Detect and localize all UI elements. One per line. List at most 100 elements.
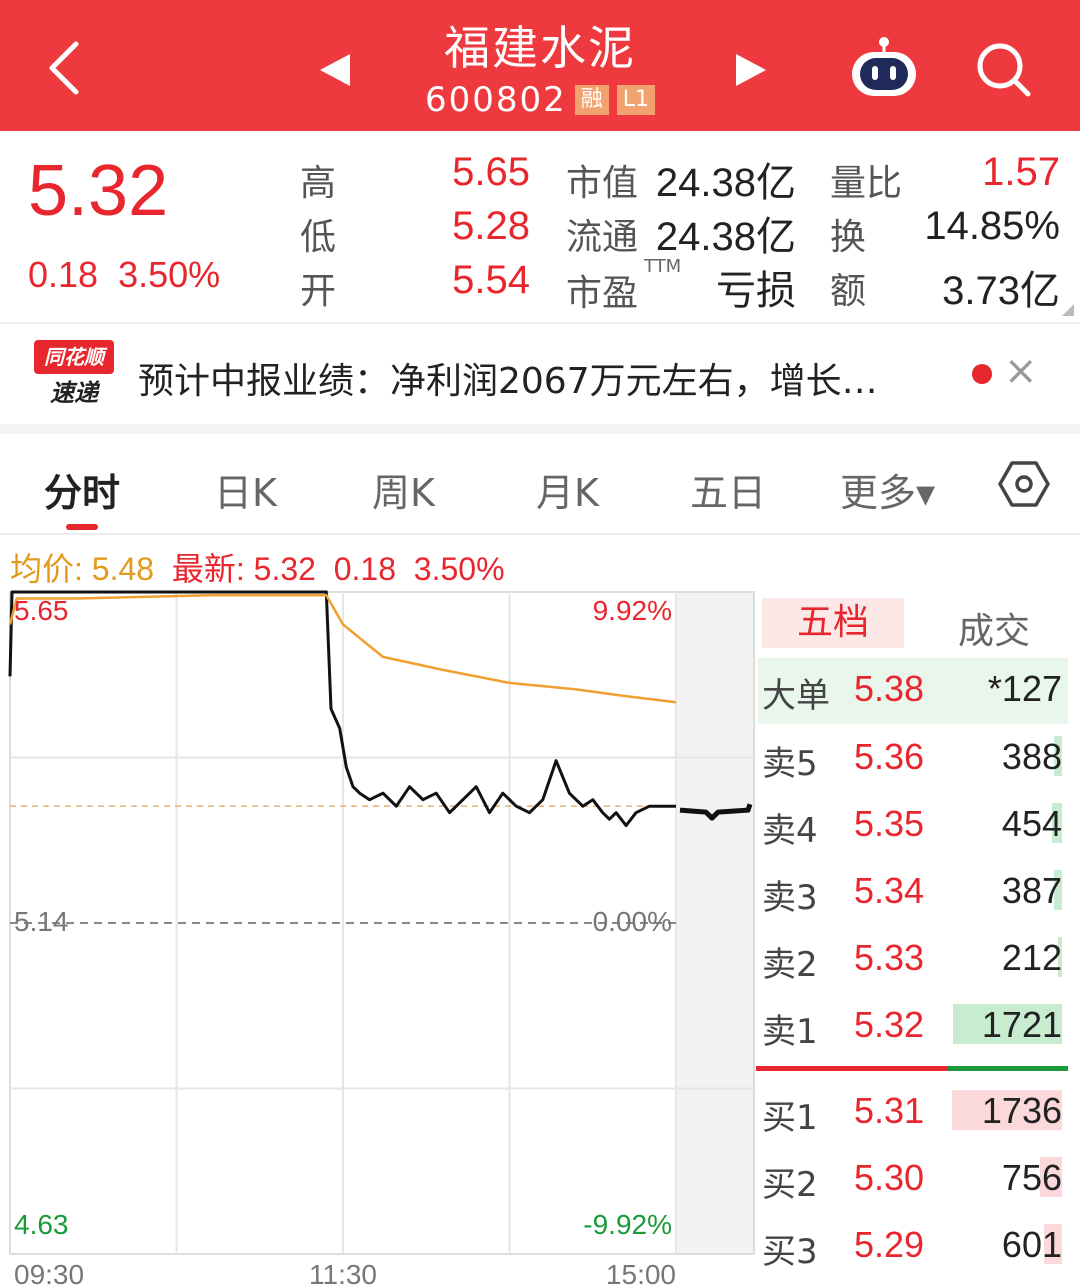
info-change: 0.18 [333,551,396,587]
ask-row[interactable]: 卖5 5.36 388 [762,726,1062,792]
intraday-chart[interactable]: 5.65 5.14 4.63 9.92% 0.00% -9.92% 09:30 11:30 15… [0,586,756,1287]
divider [0,322,1080,324]
tab-intraday[interactable]: 分时 [44,462,120,517]
low-value: 5.28 [452,204,530,248]
level-tag: L1 [616,85,656,115]
level-label: 卖5 [762,744,818,784]
level-label: 卖1 [762,1012,818,1052]
level-price: 5.31 [854,1090,925,1131]
level-label: 卖2 [762,945,818,985]
news-logo: 同花顺 速递 [34,340,114,410]
pe-label: 市盈 [566,273,639,314]
y-right-tick-low: -9.92% [583,1209,672,1240]
price-change: 0.18 3.50% [28,254,220,296]
volume-ratio-value: 1.57 [982,150,1060,194]
news-headline[interactable]: 预计中报业绩：净利润2067万元左右，增长… [138,352,938,404]
avg-price: 均价: 5.48 [10,551,155,587]
news-logo-brand: 同花顺 [34,340,114,374]
current-price: 5.32 [28,151,169,231]
level-price: 5.32 [854,1004,925,1045]
tab-weekly-k[interactable]: 周K [372,462,435,517]
latest-price: 最新: 5.32 [171,551,316,587]
level-label: 卖4 [762,811,818,851]
amount-label: 额 [830,271,867,312]
y-tick-mid: 5.14 [14,906,69,937]
book-divider-red [756,1066,948,1071]
x-tick-close: 15:00 [606,1259,676,1287]
ask-row[interactable]: 卖2 5.33 212 [762,927,1062,993]
level-label: 买3 [762,1232,818,1272]
bid-row[interactable]: 买2 5.30 756 [762,1147,1062,1213]
tab-trades[interactable]: 成交 [958,602,1030,654]
next-stock-icon[interactable] [734,52,768,88]
ttm-superscript: TTM [644,256,682,277]
tab-five-levels[interactable]: 五档 [762,598,904,648]
y-right-tick-mid: 0.00% [593,906,672,937]
level-volume: 1736 [981,1090,1062,1131]
x-tick-noon: 11:30 [309,1259,377,1287]
change-percent: 3.50% [118,254,221,295]
book-divider-green [948,1066,1068,1071]
big-order-vol: *127 [987,668,1062,709]
tab-daily-k[interactable]: 日K [214,462,277,517]
margin-tag: 融 [574,85,609,115]
change-amount: 0.18 [28,254,99,295]
robot-assistant-icon[interactable] [848,34,920,100]
high-label: 高 [300,163,337,204]
level-volume: 454 [1001,803,1062,844]
market-cap-value: 24.38亿 [655,161,796,205]
divider [0,533,1080,535]
stock-code: 600802 [424,80,567,120]
big-order-label: 大单 [762,676,830,716]
info-change-pct: 3.50% [413,551,505,587]
bid-row[interactable]: 买3 5.29 601 [762,1214,1062,1280]
level-volume: 601 [1001,1224,1062,1265]
after-hours-panel [676,592,754,1254]
big-order-row[interactable]: 大单 5.38 *127 [762,658,1062,724]
amount-value: 3.73亿 [942,269,1060,313]
level-volume: 212 [1001,937,1062,978]
open-value: 5.54 [452,258,530,302]
close-icon[interactable]: × [1004,348,1038,394]
turnover-label: 换 [830,217,867,258]
tab-five-day[interactable]: 五日 [690,462,766,517]
level-price: 5.33 [854,937,925,978]
level-label: 买2 [762,1165,818,1205]
chart-info-line: 均价: 5.48 最新: 5.32 0.18 3.50% [10,544,505,590]
expand-corner-icon[interactable] [1062,304,1074,316]
ask-row[interactable]: 卖4 5.35 454 [762,793,1062,859]
low-label: 低 [300,217,337,258]
active-tab-indicator [66,524,98,530]
big-order-price: 5.38 [854,668,925,709]
settings-icon[interactable] [998,460,1050,508]
y-tick-low: 4.63 [14,1209,69,1240]
tab-more[interactable]: 更多▾ [840,462,935,517]
turnover-value: 14.85% [924,204,1060,248]
level-price: 5.34 [854,870,925,911]
level-volume: 1721 [981,1004,1062,1045]
level-price: 5.29 [854,1224,925,1265]
level-price: 5.36 [854,736,925,777]
level-price: 5.35 [854,803,925,844]
level-volume: 388 [1001,736,1062,777]
news-logo-label: 速递 [50,379,98,407]
bid-row[interactable]: 买1 5.31 1736 [762,1080,1062,1146]
level-label: 买1 [762,1098,818,1138]
level-price: 5.30 [854,1157,925,1198]
level-volume: 387 [1001,870,1062,911]
ask-row[interactable]: 卖3 5.34 387 [762,860,1062,926]
unread-dot-icon [972,364,992,384]
y-right-tick-high: 9.92% [593,595,672,626]
tab-monthly-k[interactable]: 月K [536,462,599,517]
app-header: 福建水泥 600802 融 L1 [0,0,1080,131]
market-cap-label: 市值 [566,163,639,204]
search-icon[interactable] [974,40,1034,100]
pe-value: 亏损 [716,269,796,313]
ask-row[interactable]: 卖1 5.32 1721 [762,994,1062,1060]
y-tick-high: 5.65 [14,595,69,626]
float-cap-label: 流通 [566,217,639,258]
float-cap-value: 24.38亿 [655,215,796,259]
level-volume: 756 [1001,1157,1062,1198]
x-tick-open: 09:30 [14,1259,84,1287]
volume-ratio-label: 量比 [830,163,903,204]
